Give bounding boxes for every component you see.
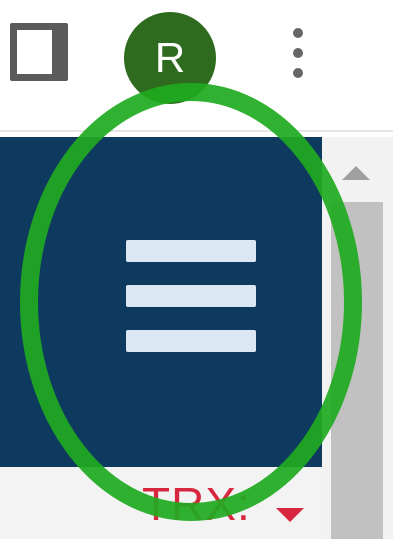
hamburger-bar xyxy=(126,330,256,352)
scrollbar-thumb[interactable] xyxy=(331,202,383,539)
page: R TRX: xyxy=(0,0,393,539)
hamburger-bar xyxy=(126,240,256,262)
browser-toolbar: R xyxy=(0,0,393,132)
scroll-up-arrow-icon[interactable] xyxy=(322,150,393,195)
kebab-dot xyxy=(293,28,303,38)
hamburger-menu-icon[interactable] xyxy=(126,240,256,352)
kebab-dot xyxy=(293,48,303,58)
ticker-label[interactable]: TRX: xyxy=(142,477,251,531)
tab-square-icon[interactable] xyxy=(10,23,68,81)
caret-down-icon[interactable] xyxy=(276,508,304,522)
kebab-dot xyxy=(293,68,303,78)
hamburger-bar xyxy=(126,285,256,307)
avatar[interactable]: R xyxy=(124,12,216,104)
kebab-menu-icon[interactable] xyxy=(288,28,308,88)
